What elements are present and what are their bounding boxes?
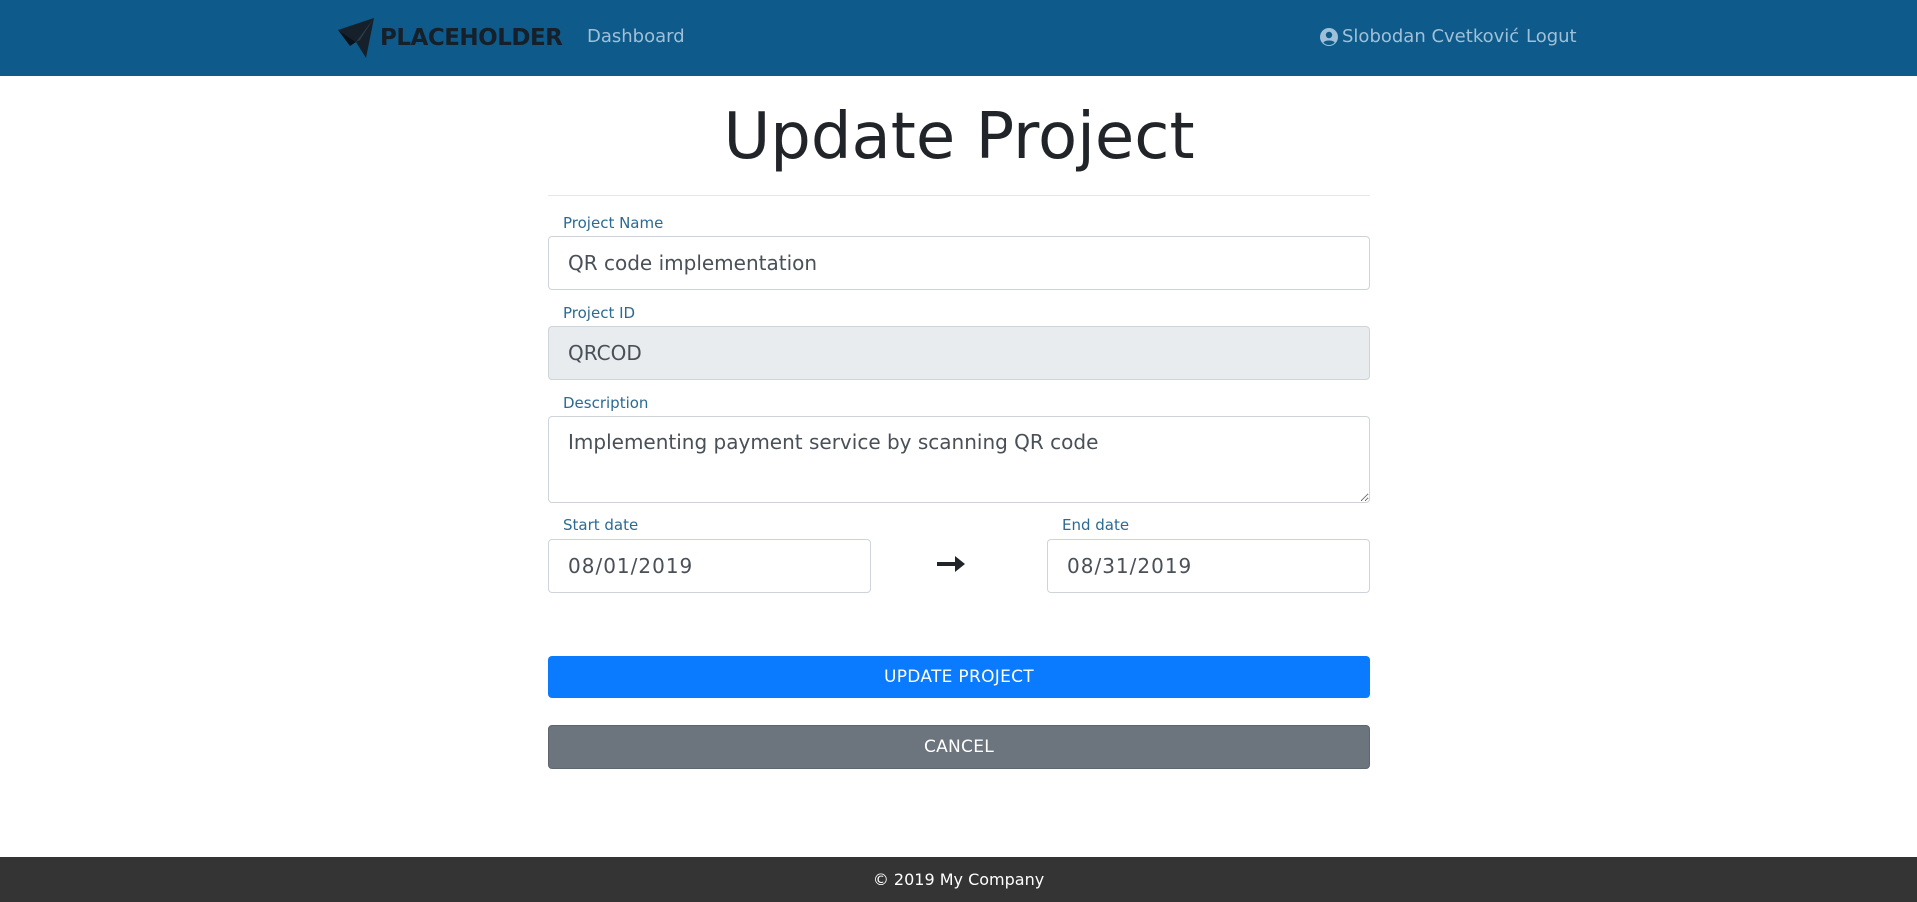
page-title: Update Project xyxy=(723,100,1195,174)
project-id-label: Project ID xyxy=(563,304,636,322)
footer-copyright: © 2019 My Company xyxy=(872,870,1045,889)
nav-user-link[interactable]: Slobodan Cvetković xyxy=(1320,26,1519,47)
cancel-button[interactable]: CANCEL xyxy=(548,725,1370,769)
end-date-label: End date xyxy=(1062,516,1130,534)
navbar: PLACEHOLDER Dashboard Slobodan Cvetković… xyxy=(0,0,1917,76)
update-project-button[interactable]: UPDATE PROJECT xyxy=(548,656,1370,698)
title-divider xyxy=(548,195,1370,196)
end-date-input[interactable] xyxy=(1047,539,1370,593)
start-date-label: Start date xyxy=(563,516,639,534)
user-circle-icon xyxy=(1320,27,1338,46)
description-label: Description xyxy=(563,394,649,412)
project-name-input[interactable] xyxy=(548,236,1370,290)
nav-dashboard-link[interactable]: Dashboard xyxy=(587,26,685,47)
project-name-label: Project Name xyxy=(563,214,664,232)
brand-link[interactable]: PLACEHOLDER xyxy=(336,14,563,62)
paper-plane-logo-icon xyxy=(338,18,374,58)
project-id-input xyxy=(548,326,1370,380)
nav-logout-link[interactable]: Logut xyxy=(1526,26,1577,47)
brand-name: PLACEHOLDER xyxy=(380,25,563,51)
start-date-input[interactable] xyxy=(548,539,871,593)
arrow-right-icon xyxy=(937,556,965,572)
user-name: Slobodan Cvetković xyxy=(1342,26,1520,47)
footer: © 2019 My Company xyxy=(0,857,1917,902)
description-textarea[interactable]: Implementing payment service by scanning… xyxy=(548,416,1370,503)
